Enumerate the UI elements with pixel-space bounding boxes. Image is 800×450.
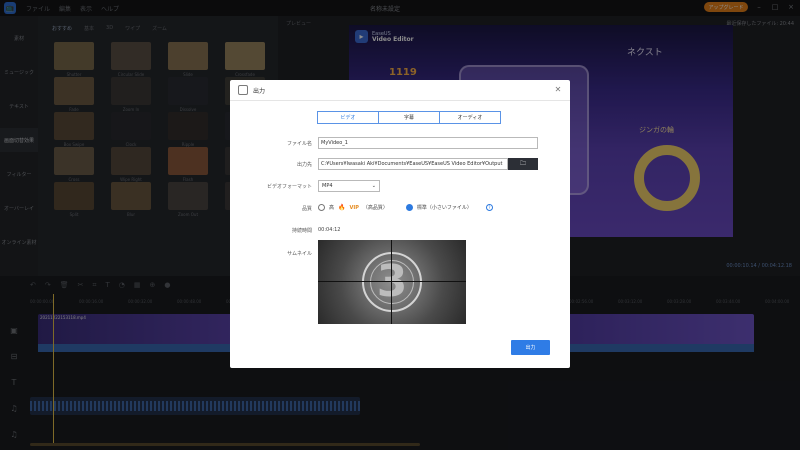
output-path-input[interactable]: C:¥Users¥Iwasaki Aki¥Documents¥EaseUS¥Ea…: [318, 158, 508, 170]
tab-subtitle[interactable]: 字幕: [378, 111, 440, 124]
quality-label: 品質: [301, 206, 312, 212]
export-button[interactable]: 出力: [511, 340, 550, 355]
quality-standard-label: 標準（小さいファイル）: [416, 205, 472, 211]
export-dialog: 出力 ✕ ビデオ 字幕 オーディオ ファイル名 MyVideo_1 出力先 C:…: [230, 80, 570, 368]
tab-audio[interactable]: オーディオ: [439, 111, 501, 124]
folder-icon: 🗀: [519, 160, 526, 167]
quality-high-radio[interactable]: [318, 204, 325, 211]
crosshair-vertical: [391, 240, 392, 324]
quality-high-suffix: （高品質）: [362, 205, 388, 211]
countdown-digit: 3: [376, 256, 408, 307]
chevron-down-icon: ⌄: [371, 183, 376, 189]
export-tabs: ビデオ 字幕 オーディオ: [317, 111, 501, 124]
export-icon: [238, 85, 248, 95]
duration-value: 00:04:12: [318, 227, 341, 233]
filename-label: ファイル名: [286, 141, 312, 147]
format-value: MP4: [322, 183, 333, 189]
tab-video[interactable]: ビデオ: [317, 111, 379, 124]
duration-label: 持続時間: [291, 228, 312, 234]
output-label: 出力先: [296, 162, 312, 168]
quality-high-prefix: 高: [329, 205, 335, 211]
fire-icon: 🔥: [338, 204, 346, 211]
help-icon[interactable]: ?: [485, 204, 493, 211]
vip-badge: VIP: [349, 204, 359, 211]
dialog-title: 出力: [253, 87, 266, 95]
quality-options: 高 🔥 VIP （高品質） 標準（小さいファイル） ?: [318, 204, 493, 211]
format-select[interactable]: MP4 ⌄: [318, 180, 380, 192]
close-icon[interactable]: ✕: [552, 84, 564, 96]
thumbnail-label: サムネイル: [287, 251, 312, 257]
format-label: ビデオフォーマット: [266, 184, 312, 190]
browse-folder-button[interactable]: 🗀: [508, 158, 538, 170]
filename-input[interactable]: MyVideo_1: [318, 137, 538, 149]
app-window: 📺 ファイル 編集 表示 ヘルプ 名称未設定 アップグレード – □ × 素材ミ…: [0, 0, 800, 450]
quality-standard-radio[interactable]: [405, 204, 413, 211]
thumbnail-preview: 3: [318, 240, 466, 324]
crosshair-horizontal: [318, 281, 466, 282]
dialog-header: 出力 ✕: [230, 80, 570, 101]
